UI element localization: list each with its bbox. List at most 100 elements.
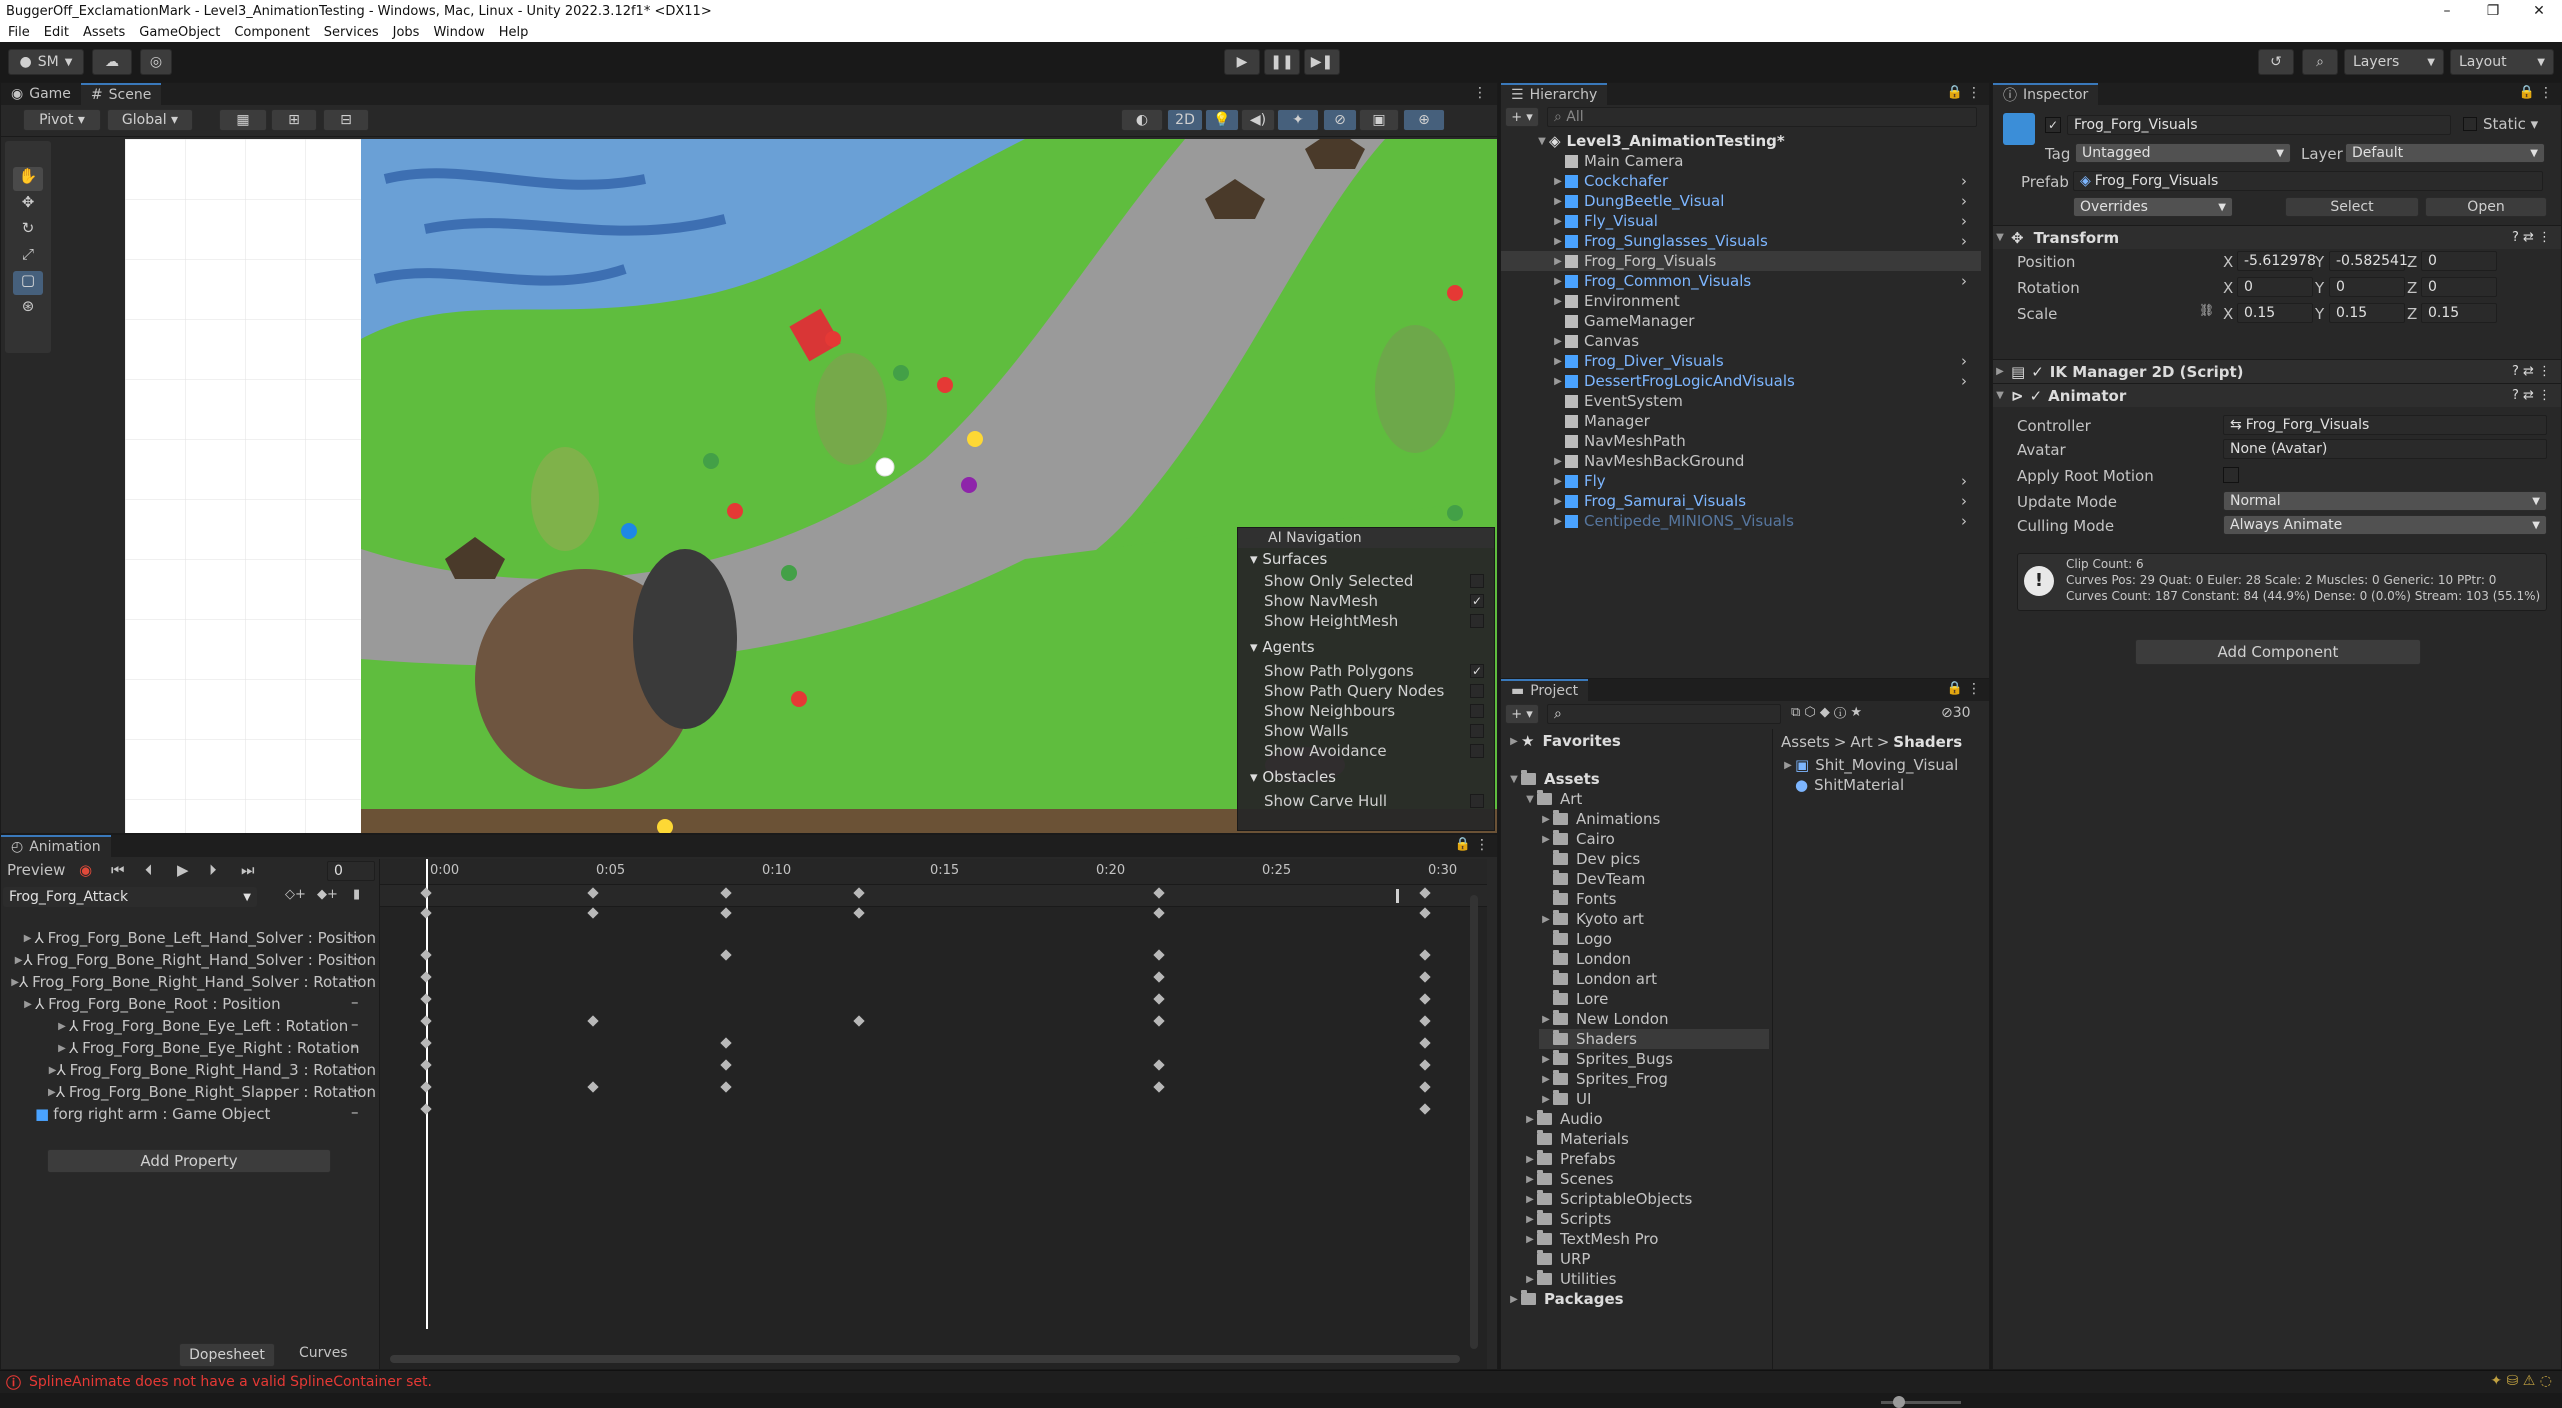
hierarchy-item[interactable]: ▶ Frog_Samurai_Visuals › (1501, 491, 1981, 511)
hierarchy-item[interactable]: ▶ NavMeshBackGround (1501, 451, 1981, 471)
create-button[interactable]: + ▾ (1505, 704, 1539, 724)
project-folder-item[interactable]: ▶ Audio (1523, 1109, 1769, 1129)
history-button[interactable]: ↺ (2258, 49, 2294, 75)
keyframe[interactable] (1152, 1015, 1165, 1027)
rotate-tool-icon[interactable]: ↻ (13, 219, 43, 243)
position-y-field[interactable]: -0.582541 (2329, 251, 2408, 271)
more-options-icon[interactable]: ⋮ (2539, 85, 2553, 101)
agents-header[interactable]: ▾ Agents (1250, 638, 1315, 656)
keyframe[interactable] (720, 949, 732, 961)
project-folder-item[interactable]: Shaders (1539, 1029, 1769, 1049)
scale-y-field[interactable]: 0.15 (2329, 303, 2405, 323)
controller-field[interactable]: ⇆ Frog_Forg_Visuals (2223, 415, 2547, 435)
rect-tool-icon[interactable]: ▢ (13, 271, 43, 295)
zoom-slider-thumb[interactable] (1893, 1396, 1905, 1408)
axis-label-y[interactable]: Y (2315, 253, 2324, 271)
axis-label-x[interactable]: X (2223, 253, 2233, 271)
expand-arrow-icon[interactable]: ▶ (1539, 1074, 1553, 1085)
hierarchy-item[interactable]: EventSystem (1501, 391, 1981, 411)
open-prefab-icon[interactable]: › (1961, 512, 1967, 530)
expand-arrow-icon[interactable]: ▶ (1551, 256, 1565, 267)
hierarchy-item[interactable]: ▶ Frog_Common_Visuals › (1501, 271, 1981, 291)
property-options-icon[interactable]: – (351, 1059, 359, 1077)
project-folder-item[interactable]: ▶ TextMesh Pro (1523, 1229, 1769, 1249)
event-marker-icon[interactable]: ▮ (353, 887, 360, 902)
open-prefab-icon[interactable]: › (1961, 232, 1967, 250)
open-prefab-icon[interactable]: › (1961, 212, 1967, 230)
lock-icon[interactable]: 🔒 (1947, 681, 1963, 696)
expand-arrow-icon[interactable]: ▶ (1551, 196, 1565, 207)
record-icon[interactable]: ◉ (79, 861, 92, 879)
scale-tool-icon[interactable]: ⤢ (13, 245, 43, 269)
expand-arrow-icon[interactable]: ▶ (1551, 456, 1565, 467)
keyframe[interactable] (1419, 1103, 1431, 1115)
increment-snap-button[interactable]: ⊟ (323, 109, 369, 131)
menu-help[interactable]: Help (499, 25, 529, 40)
expand-arrow-icon[interactable]: ▶ (11, 977, 19, 988)
more-options-icon[interactable]: ⋮ (1967, 85, 1981, 101)
property-options-icon[interactable]: – (351, 927, 359, 945)
expand-arrow-icon[interactable]: ▶ (21, 999, 35, 1010)
keyframe[interactable] (1419, 1015, 1431, 1027)
scene-visibility-toggle[interactable]: ⊘ (1323, 109, 1357, 131)
next-keyframe-icon[interactable]: ⏵ (209, 861, 217, 879)
expand-arrow-icon[interactable]: ▶ (48, 1087, 56, 1098)
open-prefab-icon[interactable]: › (1961, 272, 1967, 290)
axis-label-z[interactable]: Z (2407, 279, 2417, 297)
cloud-button[interactable]: ☁ (92, 49, 132, 75)
frame-field[interactable]: 0 (327, 861, 375, 881)
keyframe[interactable] (1419, 1081, 1431, 1093)
component-menu-icon[interactable]: ? ⇄ ⋮ (2512, 388, 2551, 403)
tag-dropdown[interactable]: Untagged ▼ (2075, 143, 2291, 163)
tab-animation[interactable]: ◴ Animation (1, 835, 111, 857)
expand-arrow-icon[interactable]: ▶ (1551, 236, 1565, 247)
project-folder-item[interactable]: ▶ UI (1539, 1089, 1769, 1109)
menu-assets[interactable]: Assets (83, 25, 125, 40)
project-folder-item[interactable]: ▶ New London (1539, 1009, 1769, 1029)
scene-canvas[interactable]: AI Navigation ▾ Surfaces Show Only Selec… (125, 139, 1497, 833)
keyframe[interactable] (420, 1103, 432, 1115)
expand-arrow-icon[interactable]: ▶ (1551, 276, 1565, 287)
add-event-icon[interactable]: ◆+ (317, 887, 338, 902)
show-heightmesh-checkbox[interactable] (1470, 614, 1484, 628)
expand-arrow-icon[interactable]: ▶ (1551, 376, 1565, 387)
maximize-button[interactable]: ❐ (2470, 0, 2516, 22)
expand-arrow-icon[interactable]: ▼ (1523, 794, 1537, 805)
move-tool-icon[interactable]: ✥ (13, 193, 43, 217)
previous-keyframe-icon[interactable]: ⏴ (145, 861, 153, 879)
close-button[interactable]: ✕ (2516, 0, 2562, 22)
keyframe[interactable] (1152, 949, 1165, 961)
show-neighbours-checkbox[interactable] (1470, 704, 1484, 718)
position-x-field[interactable]: -5.612978 (2237, 251, 2316, 271)
keyframe-area[interactable] (380, 887, 1488, 1127)
project-folder-item[interactable]: ▶ Cairo (1539, 829, 1769, 849)
layer-dropdown[interactable]: Default ▼ (2345, 143, 2545, 163)
animation-property-row[interactable]: ▶ ⅄ Frog_Forg_Bone_Right_Hand_Solver : Pos… (1, 949, 376, 971)
animation-property-row[interactable]: ▶ ⅄ Frog_Forg_Bone_Right_Slapper : Rotatio… (1, 1081, 376, 1103)
rotation-z-field[interactable]: 0 (2421, 277, 2497, 297)
pause-button[interactable]: ❚❚ (1264, 49, 1300, 75)
apply-root-motion-checkbox[interactable] (2223, 467, 2239, 483)
animation-property-row[interactable]: ▶ ⅄ Frog_Forg_Bone_Eye_Left : Rotation (1, 1015, 376, 1037)
hierarchy-item[interactable]: Main Camera (1501, 151, 1981, 171)
lock-icon[interactable]: 🔒 (2519, 85, 2535, 100)
expand-arrow-icon[interactable]: ▶ (1507, 1294, 1521, 1305)
keyframe[interactable] (1152, 971, 1165, 983)
scale-z-field[interactable]: 0.15 (2421, 303, 2497, 323)
animation-property-row[interactable]: ■ forg right arm : Game Object (1, 1103, 376, 1125)
hierarchy-item[interactable]: ▶ Centipede_MINIONS_Visuals › (1501, 511, 1981, 531)
expand-arrow-icon[interactable]: ▶ (1539, 814, 1553, 825)
rotation-x-field[interactable]: 0 (2237, 277, 2313, 297)
expand-arrow-icon[interactable]: ▶ (1551, 496, 1565, 507)
expand-arrow-icon[interactable]: ▶ (1523, 1194, 1537, 1205)
draw-mode-button[interactable]: ◐ (1121, 109, 1163, 131)
keyframe[interactable] (1419, 1059, 1431, 1071)
keyframe[interactable] (420, 1015, 432, 1027)
project-folder-item[interactable]: Dev pics (1539, 849, 1769, 869)
position-z-field[interactable]: 0 (2421, 251, 2497, 271)
show-carve-hull-checkbox[interactable] (1470, 794, 1484, 808)
keyframe[interactable] (1152, 1081, 1165, 1093)
expand-arrow-icon[interactable]: ▶ (1551, 176, 1565, 187)
tab-scene[interactable]: # Scene (80, 83, 162, 105)
expand-arrow-icon[interactable]: ▶ (1539, 914, 1553, 925)
